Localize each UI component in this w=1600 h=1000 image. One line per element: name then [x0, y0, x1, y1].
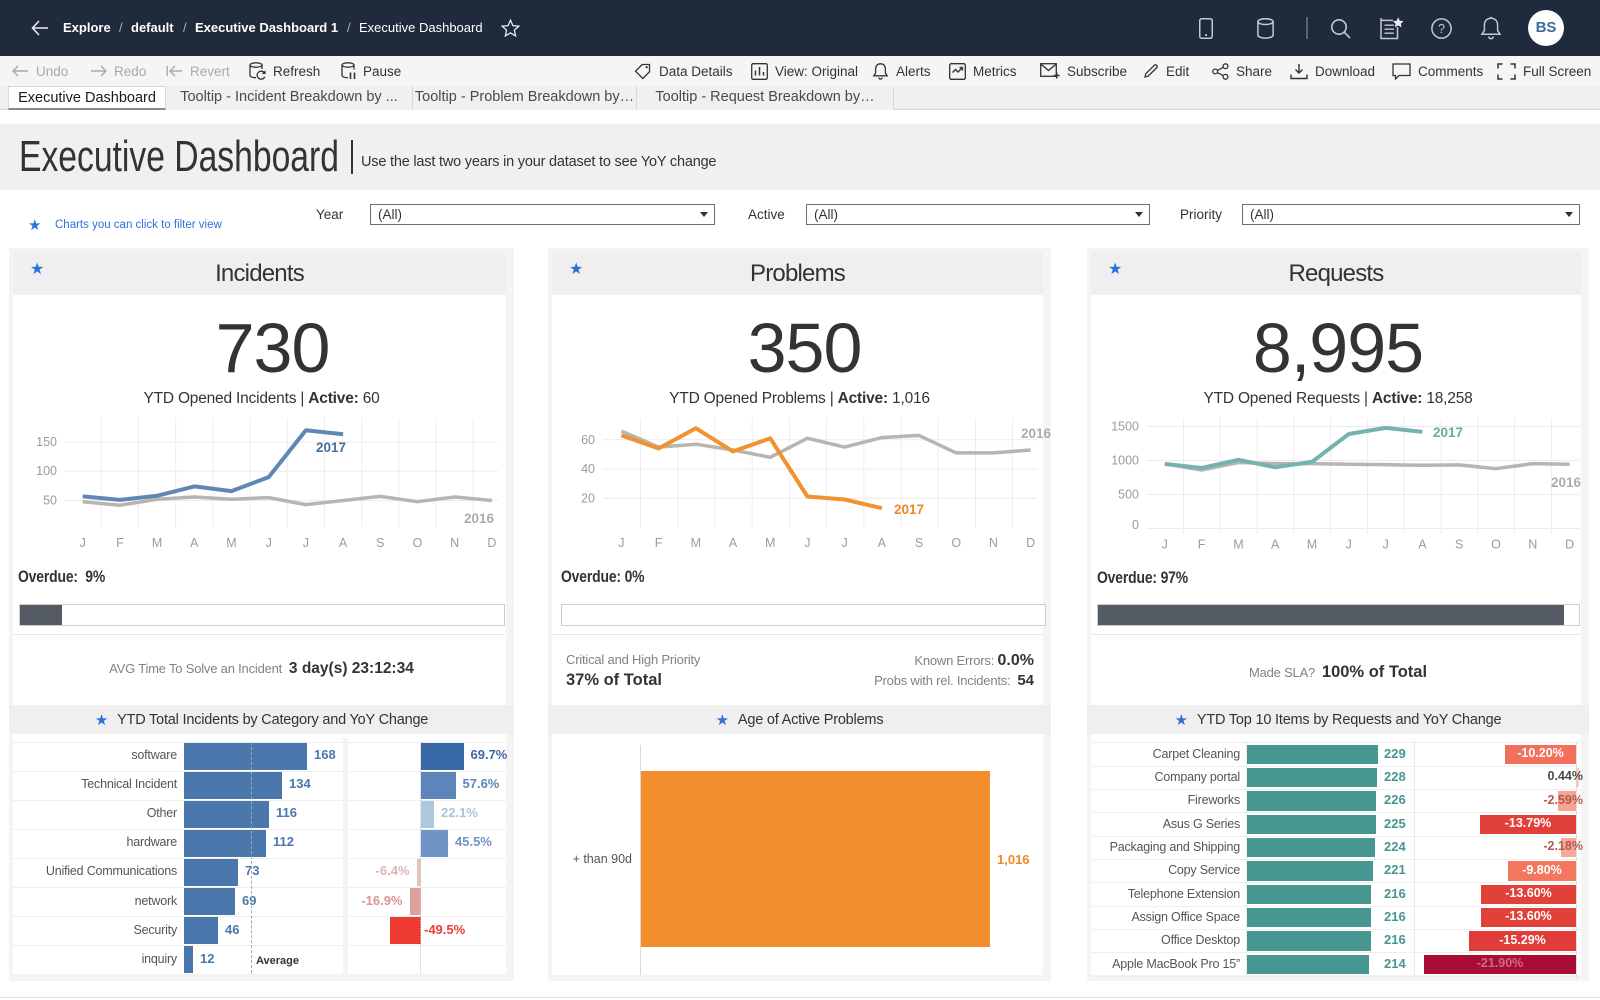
svg-text:J: J	[1382, 538, 1388, 552]
svg-text:2016: 2016	[464, 511, 495, 526]
svg-text:150: 150	[36, 435, 57, 449]
svg-text:A: A	[1418, 538, 1427, 552]
svg-text:A: A	[878, 536, 887, 550]
svg-text:J: J	[80, 536, 86, 550]
svg-text:N: N	[1528, 538, 1537, 552]
svg-text:M: M	[152, 536, 162, 550]
svg-text:J: J	[1162, 538, 1168, 552]
svg-text:1000: 1000	[1111, 454, 1139, 468]
svg-text:60: 60	[581, 433, 595, 447]
svg-text:M: M	[765, 536, 775, 550]
svg-text:S: S	[1455, 538, 1463, 552]
svg-text:50: 50	[43, 494, 57, 508]
svg-text:D: D	[1026, 536, 1035, 550]
svg-text:100: 100	[36, 464, 57, 478]
svg-text:M: M	[226, 536, 236, 550]
svg-text:O: O	[1491, 538, 1501, 552]
svg-text:A: A	[339, 536, 348, 550]
svg-text:J: J	[266, 536, 272, 550]
svg-text:S: S	[915, 536, 923, 550]
svg-text:2016: 2016	[1021, 426, 1052, 441]
svg-text:J: J	[804, 536, 810, 550]
svg-text:20: 20	[581, 491, 595, 505]
svg-text:M: M	[691, 536, 701, 550]
svg-text:J: J	[618, 536, 624, 550]
svg-text:2017: 2017	[1433, 425, 1463, 440]
svg-text:A: A	[190, 536, 199, 550]
svg-text:N: N	[989, 536, 998, 550]
svg-text:A: A	[1271, 538, 1280, 552]
svg-text:S: S	[376, 536, 384, 550]
svg-text:2016: 2016	[1551, 475, 1582, 490]
svg-text:D: D	[487, 536, 496, 550]
svg-text:F: F	[1198, 538, 1206, 552]
svg-text:M: M	[1307, 538, 1317, 552]
svg-text:O: O	[413, 536, 423, 550]
svg-text:J: J	[841, 536, 847, 550]
svg-text:2017: 2017	[894, 502, 924, 517]
svg-text:F: F	[655, 536, 663, 550]
svg-text:40: 40	[581, 462, 595, 476]
svg-text:M: M	[1233, 538, 1243, 552]
svg-text:J: J	[1346, 538, 1352, 552]
svg-text:D: D	[1565, 538, 1574, 552]
svg-text:500: 500	[1118, 488, 1139, 502]
svg-text:A: A	[729, 536, 738, 550]
svg-text:O: O	[951, 536, 961, 550]
svg-text:F: F	[116, 536, 124, 550]
svg-text:N: N	[450, 536, 459, 550]
svg-text:1500: 1500	[1111, 420, 1139, 434]
svg-text:2017: 2017	[316, 440, 346, 455]
svg-text:J: J	[303, 536, 309, 550]
svg-text:0: 0	[1132, 518, 1139, 532]
